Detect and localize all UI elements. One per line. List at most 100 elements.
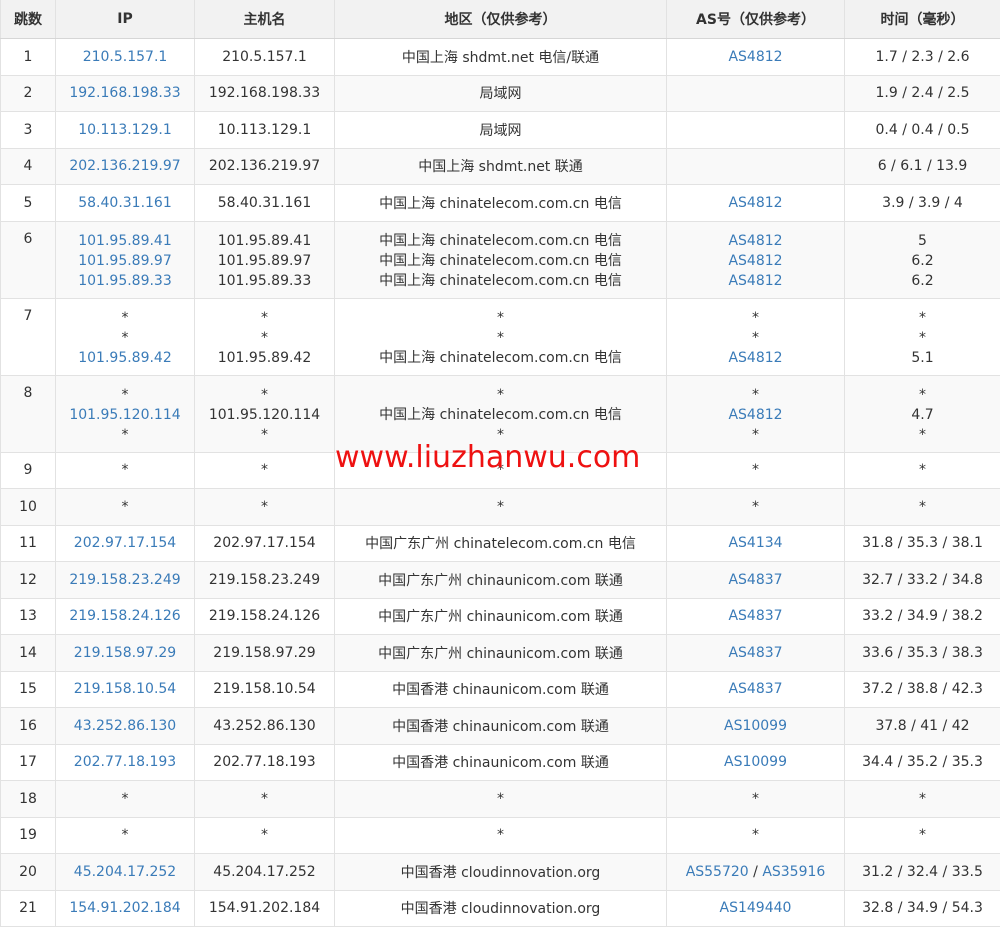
table-row: 12 219.158.23.249 219.158.23.249 中国广东广州 chi…: [0, 561, 1000, 599]
time-cell: 34.4 / 35.2 / 35.3: [844, 744, 1000, 781]
as-link[interactable]: AS149440: [720, 900, 792, 916]
ip-link[interactable]: 202.77.18.193: [74, 754, 176, 770]
ip-cell: 202.97.17.154: [55, 525, 195, 562]
hop-cell: 15: [0, 671, 56, 708]
ip-link[interactable]: 210.5.157.1: [83, 49, 168, 65]
ip-link[interactable]: 202.136.219.97: [69, 158, 180, 174]
time-value: 3.9 / 3.9 / 4: [882, 194, 963, 211]
ip-cell: 210.5.157.1: [55, 38, 195, 76]
as-link[interactable]: AS55720: [686, 864, 749, 880]
as-link[interactable]: AS35916: [762, 864, 825, 880]
ip-value: *: [121, 386, 129, 403]
time-cell: *: [844, 488, 1000, 526]
as-value: *: [752, 309, 759, 326]
region-cell: *: [334, 817, 667, 854]
as-cell: AS4837: [666, 671, 845, 708]
as-cell: AS55720 / AS35916: [666, 853, 845, 891]
hostname-cell: 202.97.17.154: [194, 525, 335, 562]
as-value: *: [752, 426, 759, 443]
host-value: 10.113.129.1: [217, 121, 312, 138]
ip-cell: 192.168.198.33: [55, 75, 195, 112]
ip-link[interactable]: 101.95.89.97: [78, 253, 172, 269]
region-cell: 中国广东广州 chinatelecom.com.cn 电信: [334, 525, 667, 562]
as-link[interactable]: AS4812: [728, 253, 782, 269]
host-value: *: [261, 386, 268, 403]
hop-cell: 5: [0, 184, 56, 222]
as-link[interactable]: AS4837: [728, 681, 782, 697]
as-link[interactable]: AS10099: [724, 754, 787, 770]
host-value: 58.40.31.161: [217, 194, 312, 211]
as-link[interactable]: AS4837: [728, 572, 782, 588]
time-cell: 1.7 / 2.3 / 2.6: [844, 38, 1000, 76]
as-link[interactable]: AS4812: [728, 49, 782, 65]
region-value: 中国上海 chinatelecom.com.cn 电信: [379, 349, 622, 366]
ip-link[interactable]: 58.40.31.161: [78, 195, 172, 211]
hostname-cell: 219.158.23.249: [194, 561, 335, 599]
hostname-cell: *: [194, 780, 335, 818]
hostname-cell: 210.5.157.1: [194, 38, 335, 76]
time-value: 37.2 / 38.8 / 42.3: [862, 681, 983, 698]
host-value: 101.95.89.33: [217, 272, 312, 289]
as-link[interactable]: AS4812: [728, 407, 782, 423]
as-link[interactable]: AS4812: [728, 273, 782, 289]
region-value: 中国上海 chinatelecom.com.cn 电信: [379, 195, 622, 212]
as-value: *: [752, 827, 759, 844]
time-cell: * * 5.1: [844, 298, 1000, 376]
hostname-cell: *: [194, 452, 335, 489]
time-value: 6 / 6.1 / 13.9: [877, 158, 968, 175]
ip-cell: *: [55, 488, 195, 526]
ip-link[interactable]: 101.95.89.41: [78, 233, 172, 249]
as-cell: AS10099: [666, 707, 845, 745]
ip-link[interactable]: 219.158.23.249: [69, 572, 180, 588]
ip-link[interactable]: 202.97.17.154: [74, 535, 176, 551]
host-value: 210.5.157.1: [222, 48, 307, 65]
time-cell: 37.2 / 38.8 / 42.3: [844, 671, 1000, 708]
as-link[interactable]: AS10099: [724, 718, 787, 734]
as-link[interactable]: AS4837: [728, 645, 782, 661]
region-value: 中国香港 cloudinnovation.org: [400, 864, 601, 881]
ip-link[interactable]: 219.158.24.126: [69, 608, 180, 624]
hostname-cell: * * 101.95.89.42: [194, 298, 335, 376]
ip-link[interactable]: 101.95.120.114: [69, 407, 180, 423]
header-time: 时间（毫秒）: [844, 0, 1000, 39]
ip-link[interactable]: 219.158.10.54: [74, 681, 176, 697]
region-cell: 中国上海 shdmt.net 联通: [334, 148, 667, 185]
region-value: 中国香港 chinaunicom.com 联通: [392, 682, 609, 699]
hop-cell: 21: [0, 890, 56, 927]
host-value: 45.204.17.252: [213, 863, 316, 880]
time-cell: *: [844, 452, 1000, 489]
as-link[interactable]: AS4134: [728, 535, 782, 551]
ip-cell: 219.158.23.249: [55, 561, 195, 599]
ip-cell: 202.136.219.97: [55, 148, 195, 185]
time-cell: 1.9 / 2.4 / 2.5: [844, 75, 1000, 112]
ip-link[interactable]: 45.204.17.252: [74, 864, 176, 880]
as-link[interactable]: AS4812: [728, 195, 782, 211]
hostname-cell: 43.252.86.130: [194, 707, 335, 745]
ip-link[interactable]: 219.158.97.29: [74, 645, 176, 661]
hostname-cell: 192.168.198.33: [194, 75, 335, 112]
as-link[interactable]: AS4812: [728, 233, 782, 249]
host-value: 101.95.89.42: [217, 349, 312, 366]
ip-link[interactable]: 101.95.89.42: [78, 350, 172, 366]
time-value: *: [919, 309, 926, 326]
region-value: 中国上海 shdmt.net 联通: [418, 159, 583, 176]
ip-link[interactable]: 154.91.202.184: [69, 900, 180, 916]
ip-link[interactable]: 10.113.129.1: [78, 122, 172, 138]
ip-value: *: [121, 827, 129, 844]
ip-link[interactable]: 192.168.198.33: [69, 85, 180, 101]
time-value: *: [919, 329, 926, 346]
as-link[interactable]: AS4837: [728, 608, 782, 624]
ip-link[interactable]: 101.95.89.33: [78, 273, 172, 289]
host-value: 219.158.10.54: [213, 681, 316, 698]
as-cell: *: [666, 452, 845, 489]
time-value: *: [919, 462, 926, 479]
as-cell: [666, 75, 845, 112]
region-value: 局域网: [479, 86, 522, 103]
hostname-cell: * 101.95.120.114 *: [194, 375, 335, 453]
region-cell: 局域网: [334, 75, 667, 112]
as-link[interactable]: AS4812: [728, 350, 782, 366]
ip-link[interactable]: 43.252.86.130: [74, 718, 176, 734]
header-ip: IP: [55, 0, 195, 39]
as-cell: * * AS4812: [666, 298, 845, 376]
time-value: *: [919, 790, 926, 807]
